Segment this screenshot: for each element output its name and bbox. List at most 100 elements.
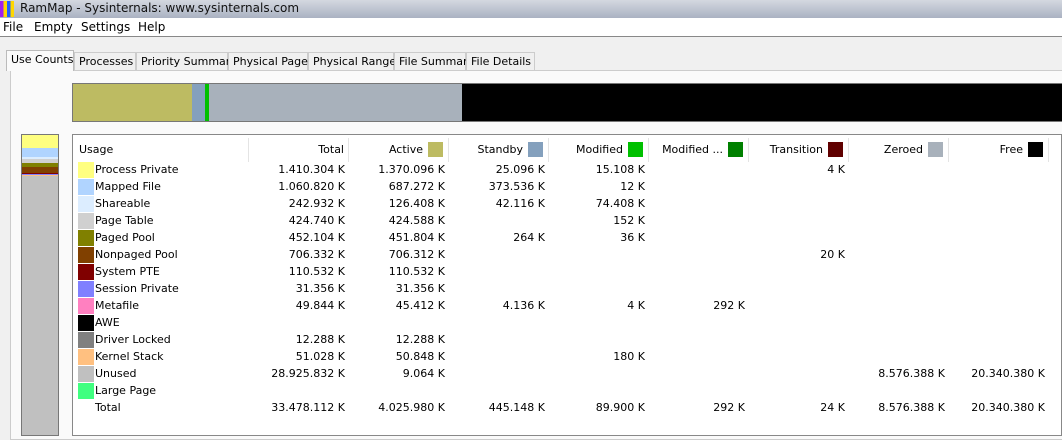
- usage-color-swatch: [78, 196, 94, 212]
- column-header-label: Free: [1000, 143, 1023, 156]
- tab-processes[interactable]: Processes: [74, 52, 136, 70]
- cell-total: 706.332 K: [289, 248, 345, 261]
- usage-color-swatch: [78, 281, 94, 297]
- usage-name: System PTE: [95, 265, 160, 278]
- table-row[interactable]: Metafile49.844 K45.412 K4.136 K4 K292 K: [73, 297, 1062, 314]
- usage-name: Kernel Stack: [95, 350, 164, 363]
- title-bar: RamMap - Sysinternals: www.sysinternals.…: [0, 0, 1062, 18]
- cell-total: 28.925.832 K: [271, 367, 345, 380]
- cell-active: 687.272 K: [389, 180, 445, 193]
- bar-segment-zeroed: [209, 84, 462, 121]
- cell-active: 706.312 K: [389, 248, 445, 261]
- usage-vertical-bar: [21, 134, 59, 436]
- cell-modified: 74.408 K: [596, 197, 645, 210]
- column-header-free[interactable]: Free: [949, 138, 1049, 162]
- usage-name: Large Page: [95, 384, 156, 397]
- usage-name: Paged Pool: [95, 231, 155, 244]
- usage-name: Process Private: [95, 163, 179, 176]
- column-header-active[interactable]: Active: [349, 138, 449, 162]
- bar-segment-free: [462, 84, 1062, 121]
- cell-modified: 292 K: [713, 401, 745, 414]
- table-row[interactable]: Large Page: [73, 382, 1062, 399]
- cell-total: 424.740 K: [289, 214, 345, 227]
- tab-priority-summary[interactable]: Priority Summary: [136, 52, 228, 70]
- column-header-usage[interactable]: Usage: [73, 138, 249, 162]
- cell-active: 424.588 K: [389, 214, 445, 227]
- column-header-label: Usage: [79, 143, 113, 156]
- memory-state-bar: [72, 83, 1062, 122]
- table-row[interactable]: Mapped File1.060.820 K687.272 K373.536 K…: [73, 178, 1062, 195]
- cell-active: 12.288 K: [396, 333, 445, 346]
- cell-zeroed: 8.576.388 K: [878, 401, 945, 414]
- column-header-modified[interactable]: Modified ...: [649, 138, 749, 162]
- usage-color-swatch: [78, 247, 94, 263]
- tab-use-counts[interactable]: Use Counts: [6, 50, 74, 71]
- table-row[interactable]: Page Table424.740 K424.588 K152 K: [73, 212, 1062, 229]
- table-row[interactable]: Unused28.925.832 K9.064 K8.576.388 K20.3…: [73, 365, 1062, 382]
- menu-file[interactable]: File: [3, 20, 23, 34]
- table-row[interactable]: System PTE 110.532 K 110.532 K: [73, 263, 1062, 280]
- cell-total: 110.532 K: [289, 265, 345, 278]
- cell-modified: 89.900 K: [596, 401, 645, 414]
- usage-name: Total: [95, 401, 121, 414]
- cell-active: 451.804 K: [389, 231, 445, 244]
- usage-name: Driver Locked: [95, 333, 171, 346]
- cell-total: 452.104 K: [289, 231, 345, 244]
- tab-physical-pages[interactable]: Physical Pages: [228, 52, 308, 70]
- bar-segment-active: [73, 84, 192, 121]
- menu-settings[interactable]: Settings: [81, 20, 130, 34]
- usage-color-swatch: [78, 366, 94, 382]
- cell-active: 1.370.096 K: [378, 163, 445, 176]
- table-row[interactable]: Shareable242.932 K126.408 K42.116 K74.40…: [73, 195, 1062, 212]
- usage-color-swatch: [78, 179, 94, 195]
- cell-standby: 445.148 K: [489, 401, 545, 414]
- table-row[interactable]: Paged Pool452.104 K451.804 K264 K36 K: [73, 229, 1062, 246]
- table-row[interactable]: Driver Locked 12.288 K 12.288 K: [73, 331, 1062, 348]
- cell-total: 242.932 K: [289, 197, 345, 210]
- usage-name: Unused: [95, 367, 136, 380]
- tab-physical-ranges[interactable]: Physical Ranges: [308, 52, 394, 70]
- cell-active: 9.064 K: [403, 367, 445, 380]
- cell-active: 50.848 K: [396, 350, 445, 363]
- tab-file-details[interactable]: File Details: [466, 52, 535, 70]
- table-row[interactable]: Nonpaged Pool706.332 K706.312 K20 K: [73, 246, 1062, 263]
- column-header-standby[interactable]: Standby: [449, 138, 549, 162]
- column-header-modified[interactable]: Modified: [549, 138, 649, 162]
- cell-standby: 4.136 K: [503, 299, 545, 312]
- cell-standby: 25.096 K: [496, 163, 545, 176]
- menu-bar: File Empty Settings Help: [0, 18, 1062, 37]
- table-row[interactable]: Process Private 1.410.304 K 1.370.096 K 25.…: [73, 161, 1062, 178]
- usage-name: Metafile: [95, 299, 139, 312]
- column-header-label: Total: [318, 143, 344, 156]
- column-header-total[interactable]: Total: [249, 138, 349, 162]
- cell-free: 20.340.380 K: [971, 367, 1045, 380]
- legend-swatch: [728, 142, 743, 157]
- cell-total: 12.288 K: [296, 333, 345, 346]
- usage-color-swatch: [78, 315, 94, 331]
- total-row[interactable]: Total33.478.112 K4.025.980 K445.148 K89.…: [73, 399, 1062, 416]
- cell-total: 31.356 K: [296, 282, 345, 295]
- cell-active: 4.025.980 K: [378, 401, 445, 414]
- cell-modified: 180 K: [613, 350, 645, 363]
- cell-active: 126.408 K: [389, 197, 445, 210]
- column-header-zeroed[interactable]: Zeroed: [849, 138, 949, 162]
- usage-name: Shareable: [95, 197, 150, 210]
- table-row[interactable]: Session Private31.356 K31.356 K: [73, 280, 1062, 297]
- usage-color-swatch: [78, 383, 94, 399]
- vbar-segment: [22, 135, 58, 148]
- vbar-segment: [22, 176, 58, 435]
- cell-total: 1.410.304 K: [278, 163, 345, 176]
- usage-color-swatch: [78, 230, 94, 246]
- menu-empty[interactable]: Empty: [34, 20, 73, 34]
- legend-swatch: [428, 142, 443, 157]
- cell-total: 49.844 K: [296, 299, 345, 312]
- cell-active: 110.532 K: [389, 265, 445, 278]
- column-header-transition[interactable]: Transition: [749, 138, 849, 162]
- usage-name: Mapped File: [95, 180, 161, 193]
- table-row[interactable]: Kernel Stack51.028 K50.848 K180 K: [73, 348, 1062, 365]
- legend-swatch: [628, 142, 643, 157]
- menu-help[interactable]: Help: [138, 20, 165, 34]
- cell-standby: 373.536 K: [489, 180, 545, 193]
- tab-file-summary[interactable]: File Summary: [394, 52, 466, 70]
- table-row[interactable]: AWE: [73, 314, 1062, 331]
